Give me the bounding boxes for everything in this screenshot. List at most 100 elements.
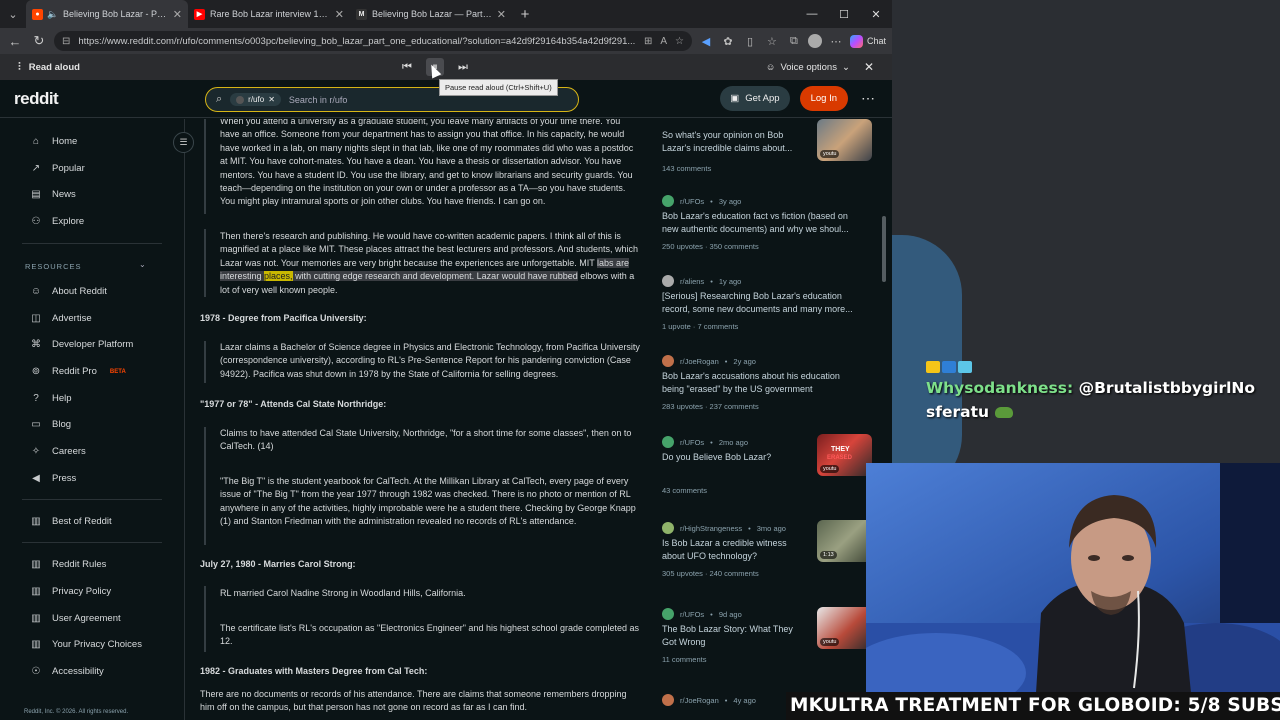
subreddit-name[interactable]: r/JoeRogan [680,696,719,705]
chevron-down-icon: ⌄ [841,61,850,73]
related-post[interactable]: r/JoeRogan • 2y ago Bob Lazar's accusation… [662,354,874,411]
close-tab-icon[interactable]: ✕ [173,8,182,21]
sidebar-item-label: Home [52,136,78,147]
book-icon: ▥ [31,516,41,527]
sidebar-item-help[interactable]: ? Help [30,393,71,404]
subreddit-name[interactable]: r/UFOs [680,438,704,447]
community-filter-chip[interactable]: r/ufo ✕ [230,93,281,106]
sidebar-item-privacy-policy[interactable]: ▥ Privacy Policy [30,586,111,597]
more-icon[interactable]: ⋯ [828,35,844,48]
sidebar-item-label: User Agreement [52,613,121,624]
post-title[interactable]: Bob Lazar's education fact vs fiction (b… [662,210,862,236]
sidebar-item-advertise[interactable]: ◫ Advertise [30,313,91,324]
post-title[interactable]: So what's your opinion on Bob Lazar's in… [662,129,802,155]
sidebar-item-reddit-pro[interactable]: ⊚ Reddit Pro BETA [30,366,126,377]
subreddit-name[interactable]: r/UFOs [680,197,704,206]
tab-believing-bob-lazar-part-two[interactable]: M Believing Bob Lazar — Part II — A ✕ [350,0,512,28]
sidebar-item-developer-platform[interactable]: ⌘ Developer Platform [30,339,133,350]
sidebar-item-popular[interactable]: ↗ Popular [30,163,85,174]
sidebar-item-reddit-rules[interactable]: ▥ Reddit Rules [30,559,106,570]
related-post[interactable]: r/aliens • 1y ago [Serious] Researching Bo… [662,274,874,331]
sidebar-item-blog[interactable]: ▭ Blog [30,419,71,430]
left-sidebar: ☰ ⌂ Home ↗ Popular ▤ News ⚇ Explore RESOURCE… [0,119,194,720]
close-tab-icon[interactable]: ✕ [335,8,344,21]
sidebar-item-best-of-reddit[interactable]: ▥ Best of Reddit [30,516,111,527]
sidebar-item-news[interactable]: ▤ News [30,189,76,200]
sidebar-item-careers[interactable]: ✧ Careers [30,446,86,457]
tab-title: Rare Bob Lazar interview 1991 - Yo [210,9,330,19]
subreddit-name[interactable]: r/UFOs [680,610,704,619]
privacy-icon: ▥ [31,586,41,597]
chevron-up-icon[interactable]: ⌄ [139,260,146,269]
profile-avatar[interactable] [807,34,822,48]
video-thumbnail[interactable]: youtu [817,607,872,649]
sidebar-item-privacy-choices[interactable]: ▥ Your Privacy Choices [30,639,142,650]
get-app-button[interactable]: ▣ Get App [720,86,790,111]
tab-rare-bob-lazar-interview[interactable]: ▶ Rare Bob Lazar interview 1991 - Yo ✕ [188,0,350,28]
video-thumbnail[interactable]: 1:13 [817,520,872,562]
post-title[interactable]: Do you Believe Bob Lazar? [662,451,802,464]
subreddit-name[interactable]: r/JoeRogan [680,357,719,366]
resources-section-title[interactable]: RESOURCES [25,262,82,271]
copilot-label: Chat [866,36,886,46]
video-thumbnail[interactable]: THEY ERASED youtu [817,434,872,476]
post-title[interactable]: Is Bob Lazar a credible witness about UF… [662,537,802,563]
beta-badge: BETA [109,368,126,375]
read-aloud-label: Read aloud [28,61,80,73]
split-screen-icon[interactable]: ⊞ [644,36,652,47]
sidebar-item-label: Blog [52,419,72,430]
more-options-icon[interactable]: ⋯ [858,90,878,107]
collections-icon[interactable]: ⧉ [786,35,802,48]
video-thumbnail[interactable]: youtu [817,119,872,161]
extensions-icon[interactable]: ✿ [720,35,736,48]
new-tab-button[interactable]: + [512,6,538,23]
copilot-chat-button[interactable]: Chat [849,34,886,48]
sidebar-item-label: Developer Platform [52,339,134,350]
search-placeholder: Search in r/ufo [288,94,348,105]
sidebar-item-press[interactable]: ◀ Press [30,473,76,484]
previous-paragraph-icon[interactable]: ⏮ [398,58,416,76]
close-tab-icon[interactable]: ✕ [497,8,506,21]
sidebar-item-user-agreement[interactable]: ▥ User Agreement [30,613,121,624]
split-icon[interactable]: ▯ [742,35,758,48]
get-app-label: Get App [745,93,780,104]
remove-filter-icon[interactable]: ✕ [268,95,275,104]
press-icon: ◀ [32,473,40,484]
subreddit-name[interactable]: r/aliens [680,277,704,286]
voice-options-button[interactable]: ☺ Voice options ⌄ [766,62,850,73]
read-aloud-icon[interactable]: A [660,36,667,47]
post-title[interactable]: [Serious] Researching Bob Lazar's educat… [662,290,862,316]
sidebar-item-home[interactable]: ⌂ Home [30,136,77,147]
tab-actions-menu[interactable]: ⌄ [0,0,26,28]
close-read-aloud-icon[interactable]: ✕ [864,60,874,74]
next-paragraph-icon[interactable]: ⏭ [454,58,472,76]
close-window-icon[interactable]: ✕ [860,8,892,21]
post-age: 4y ago [733,695,756,705]
sidebar-item-about-reddit[interactable]: ☺ About Reddit [30,286,107,297]
sidebar-item-explore[interactable]: ⚇ Explore [30,216,85,227]
favorite-star-icon[interactable]: ☆ [675,36,684,47]
read-aloud-icon: ⫶ [18,60,21,73]
tab-believing-bob-lazar-part-one[interactable]: ● 🔈 Believing Bob Lazar - Part One ✕ [26,0,188,28]
back-icon[interactable]: ← [6,34,24,49]
sidebar-item-accessibility[interactable]: ☉ Accessibility [30,666,104,677]
scrollbar-thumb[interactable] [882,216,886,282]
post-title[interactable]: Bob Lazar's accusations about his educat… [662,370,862,396]
developer-icon: ⌘ [31,339,41,350]
post-title[interactable]: The Bob Lazar Story: What They Got Wrong [662,623,802,649]
login-button[interactable]: Log In [799,86,848,111]
site-info-icon[interactable]: ⊟ [62,36,70,47]
voice-icon: ☺ [765,61,776,73]
subreddit-icon [236,95,245,104]
reddit-logo[interactable]: reddit [14,89,204,109]
maximize-icon[interactable]: ☐ [828,8,860,21]
speaker-icon[interactable]: ◀ [698,35,714,48]
favorites-icon[interactable]: ☆ [764,35,780,48]
related-post[interactable]: r/UFOs • 3y ago Bob Lazar's education fact… [662,194,874,251]
address-bar[interactable]: ⊟ https://www.reddit.com/r/ufo/comments/… [54,31,692,51]
subreddit-name[interactable]: r/HighStrangeness [680,524,742,533]
read-aloud-current-word: places, [264,271,293,282]
refresh-icon[interactable]: ↻ [30,33,48,49]
minimize-icon[interactable]: — [796,8,828,21]
voice-options-label: Voice options [780,61,837,73]
